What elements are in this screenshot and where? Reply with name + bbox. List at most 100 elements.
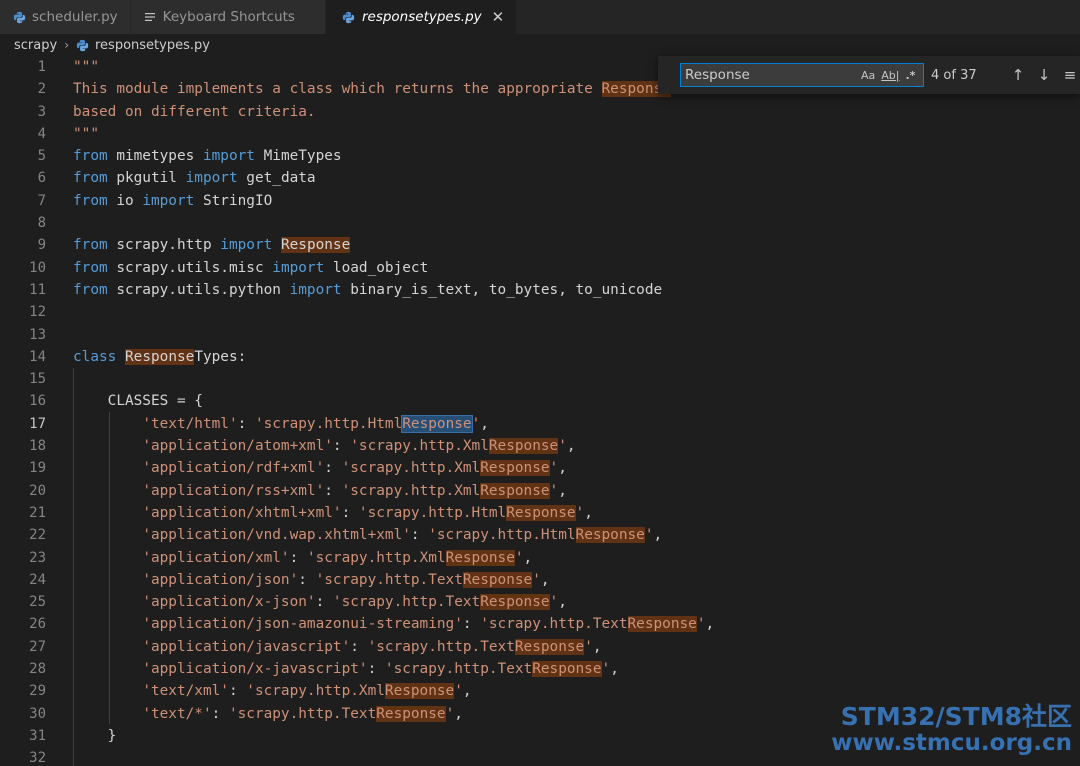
code-token: , (454, 705, 463, 722)
code-line[interactable]: """ (73, 123, 1080, 145)
tab-scheduler[interactable]: scheduler.py (0, 0, 131, 34)
code-line[interactable]: class ResponseTypes: (73, 346, 1080, 368)
code-line[interactable]: 'application/rdf+xml': 'scrapy.http.XmlR… (73, 457, 1080, 479)
tab-keyboard-shortcuts[interactable]: Keyboard Shortcuts (130, 0, 326, 34)
line-number: 16 (29, 393, 46, 410)
code-token: : (350, 638, 368, 655)
code-token: ' (644, 527, 654, 544)
code-line[interactable]: from scrapy.http import Response (73, 234, 1080, 256)
code-token: import (142, 192, 195, 209)
line-number: 7 (37, 192, 46, 209)
code-line[interactable]: 'application/x-json': 'scrapy.http.TextR… (73, 591, 1080, 613)
code-line[interactable]: 'application/json': 'scrapy.http.TextRes… (73, 569, 1080, 591)
code-line[interactable]: 'application/xml': 'scrapy.http.XmlRespo… (73, 547, 1080, 569)
line-number: 2 (37, 81, 46, 98)
code-line[interactable]: 'text/html': 'scrapy.http.HtmlResponse', (0, 412, 1080, 436)
code-token: : (332, 438, 351, 455)
code-editor[interactable]: 1 2 3 4 5 6 7 8 9 10 11 12 13 14 15 16 17 18 19 20 21 22 23 24 2… (0, 56, 1080, 766)
code-token: ' (454, 683, 463, 700)
line-number: 31 (29, 727, 46, 744)
code-line[interactable]: 'application/json-amazonui-streaming': '… (73, 613, 1080, 635)
code-token: } (73, 727, 117, 744)
code-token: , (558, 594, 567, 611)
breadcrumb-folder[interactable]: scrapy (14, 38, 57, 53)
watermark: STM32/STM8社区 www.stmcu.org.cn (831, 704, 1072, 757)
code-line[interactable]: 'application/rss+xml': 'scrapy.http.XmlR… (73, 480, 1080, 502)
search-match: Response (506, 504, 576, 521)
regex-toggle[interactable]: .* (905, 69, 915, 82)
line-number: 21 (29, 504, 46, 521)
code-token: 'application/x-json' (142, 594, 316, 611)
match-case-toggle[interactable]: Aa (861, 69, 875, 82)
find-in-selection-icon[interactable]: ≡ (1061, 66, 1079, 84)
code-line[interactable]: from io import StringIO (73, 190, 1080, 212)
line-number: 26 (29, 616, 46, 633)
code-token: 'application/xml' (142, 549, 290, 566)
line-number: 22 (29, 527, 46, 544)
code-token: 'application/rdf+xml' (142, 460, 325, 477)
search-match: Response (125, 348, 195, 365)
code-token: StringIO (194, 192, 273, 209)
code-line[interactable]: from pkgutil import get_data (73, 167, 1080, 189)
code-token: 'application/xhtml+xml' (142, 504, 342, 521)
code-line[interactable] (73, 212, 1080, 234)
code-token: mimetypes (107, 148, 203, 165)
breadcrumb-file[interactable]: responsetypes.py (95, 38, 210, 53)
code-token: scrapy.http (107, 237, 221, 254)
line-number: 6 (37, 170, 46, 187)
code-line[interactable] (73, 324, 1080, 346)
code-token: import (202, 148, 255, 165)
code-line[interactable]: based on different criteria. (73, 101, 1080, 123)
code-token: 'application/vnd.wap.xhtml+xml' (142, 527, 411, 544)
search-match: Response (384, 683, 455, 700)
code-line[interactable]: 'application/atom+xml': 'scrapy.http.Xml… (73, 435, 1080, 457)
code-token: , (558, 460, 567, 477)
code-token: : (315, 594, 333, 611)
list-icon (143, 10, 157, 24)
code-line[interactable]: 'application/javascript': 'scrapy.http.T… (73, 636, 1080, 658)
code-line[interactable]: from scrapy.utils.python import binary_i… (73, 279, 1080, 301)
close-icon[interactable]: ✕ (492, 9, 505, 25)
code-token: import (289, 281, 342, 298)
code-token: This module implements a class which ret… (73, 81, 602, 98)
line-number: 8 (37, 215, 46, 232)
code-token: ' (601, 661, 611, 678)
tab-responsetypes[interactable]: responsetypes.py ✕ (325, 0, 518, 34)
code-line[interactable] (73, 301, 1080, 323)
code-token: : (324, 482, 342, 499)
code-token: : (367, 661, 385, 678)
match-count: 4 of 37 (931, 67, 977, 83)
code-area[interactable]: """ This module implements a class which … (0, 56, 1080, 766)
code-line[interactable]: 'text/xml': 'scrapy.http.XmlResponse', (73, 680, 1080, 702)
code-line[interactable]: 'application/vnd.wap.xhtml+xml': 'scrapy… (73, 524, 1080, 546)
code-token: """ (73, 59, 99, 75)
code-token: ' (549, 482, 559, 499)
code-token: : (228, 683, 247, 700)
code-token: from (73, 148, 108, 165)
code-line[interactable]: CLASSES = { (73, 390, 1080, 412)
find-input-box: Aa Ab| .* (680, 63, 924, 87)
arrow-up-icon[interactable]: ↑ (1009, 66, 1027, 84)
code-token: 'text/html' (142, 415, 238, 432)
whole-word-toggle[interactable]: Ab| (881, 69, 899, 82)
code-token: class (73, 348, 117, 365)
code-line[interactable]: 'application/x-javascript': 'scrapy.http… (73, 658, 1080, 680)
code-line[interactable]: from mimetypes import MimeTypes (73, 145, 1080, 167)
code-line[interactable]: 'application/xhtml+xml': 'scrapy.http.Ht… (73, 502, 1080, 524)
arrow-down-icon[interactable]: ↓ (1035, 66, 1053, 84)
code-line[interactable] (73, 368, 1080, 390)
code-token: 'scrapy.http.Html (428, 527, 576, 544)
find-input[interactable] (681, 66, 855, 84)
code-token: 'scrapy.http.Text (384, 661, 533, 678)
search-match: Response (376, 705, 446, 722)
code-line[interactable]: from scrapy.utils.misc import load_objec… (73, 257, 1080, 279)
code-token: 'application/json' (142, 571, 299, 588)
code-token: ' (471, 415, 481, 432)
code-token: : (237, 415, 255, 432)
